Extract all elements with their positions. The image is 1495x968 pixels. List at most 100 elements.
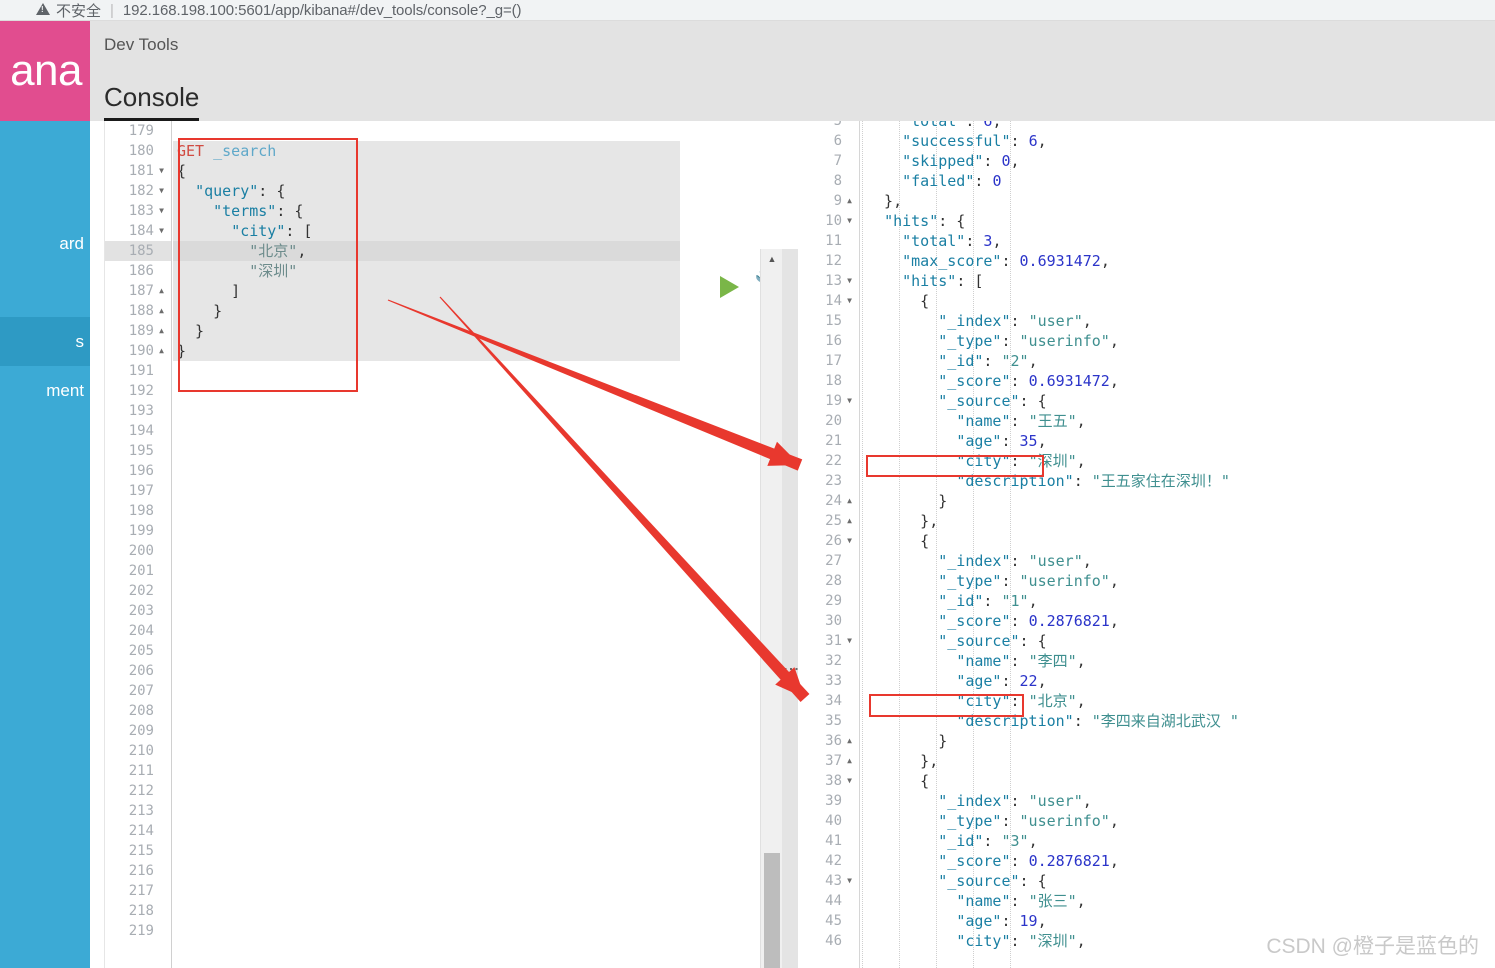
response-code-line[interactable]: "_score": 0.2876821, (862, 611, 1119, 631)
response-code-line[interactable]: "_type": "userinfo", (862, 571, 1119, 591)
response-code-line[interactable]: "_source": { (862, 391, 1046, 411)
response-code-area[interactable]: "total": 6, "successful": 6, "skipped": … (862, 121, 1495, 968)
code-line[interactable] (173, 881, 680, 901)
response-code-line[interactable]: "_source": { (862, 631, 1046, 651)
code-line[interactable] (173, 681, 680, 701)
response-code-line[interactable]: }, (862, 751, 938, 771)
code-line[interactable]: "city": [ (173, 221, 680, 241)
code-line[interactable]: "北京", (173, 241, 680, 261)
breadcrumb[interactable]: Dev Tools (104, 35, 1495, 55)
response-code-line[interactable]: "age": 19, (862, 911, 1046, 931)
code-line[interactable] (173, 481, 680, 501)
editor-scrollbar[interactable]: ▲ ▼ (760, 249, 782, 968)
fold-marker-icon[interactable]: ▲ (844, 751, 855, 771)
sidebar-item-2[interactable]: ard (0, 219, 90, 268)
fold-marker-icon[interactable]: ▼ (156, 181, 167, 201)
fold-marker-icon[interactable]: ▲ (844, 731, 855, 751)
response-code-line[interactable]: } (862, 731, 947, 751)
response-code-line[interactable]: "_type": "userinfo", (862, 331, 1119, 351)
code-line[interactable] (173, 901, 680, 921)
fold-marker-icon[interactable]: ▼ (844, 531, 855, 551)
response-code-line[interactable]: "description": "李四来自湖北武汉 " (862, 711, 1239, 731)
fold-marker-icon[interactable]: ▼ (156, 161, 167, 181)
sidebar-item-0[interactable] (0, 121, 90, 170)
code-line[interactable] (173, 821, 680, 841)
code-line[interactable] (173, 861, 680, 881)
code-line[interactable]: GET _search (173, 141, 680, 161)
fold-marker-icon[interactable]: ▼ (156, 201, 167, 221)
response-code-line[interactable]: "_index": "user", (862, 791, 1092, 811)
response-code-line[interactable]: "_index": "user", (862, 311, 1092, 331)
editor-code-area[interactable]: GET _search{ "query": { "terms": { "city… (173, 121, 680, 968)
tab-console[interactable]: Console (104, 82, 200, 121)
response-code-line[interactable]: "_id": "3", (862, 831, 1037, 851)
sidebar-item-4[interactable]: s (0, 317, 90, 366)
response-code-line[interactable]: "name": "王五", (862, 411, 1085, 431)
caret-up-icon[interactable]: ▲ (761, 251, 783, 267)
response-code-line[interactable]: "city": "深圳", (862, 451, 1085, 471)
response-code-line[interactable]: "max_score": 0.6931472, (862, 251, 1110, 271)
code-line[interactable] (173, 841, 680, 861)
code-line[interactable]: "深圳" (173, 261, 680, 281)
fold-marker-icon[interactable]: ▲ (156, 301, 167, 321)
response-code-line[interactable]: "name": "张三", (862, 891, 1085, 911)
response-code-line[interactable]: "name": "李四", (862, 651, 1085, 671)
response-code-line[interactable]: "_source": { (862, 871, 1046, 891)
sidebar-item-5[interactable]: ment (0, 366, 90, 415)
fold-marker-icon[interactable]: ▼ (844, 871, 855, 891)
code-line[interactable] (173, 401, 680, 421)
code-line[interactable]: "terms": { (173, 201, 680, 221)
code-line[interactable] (173, 461, 680, 481)
sidebar-item-1[interactable] (0, 170, 90, 219)
code-line[interactable] (173, 501, 680, 521)
response-code-line[interactable]: { (862, 291, 929, 311)
code-line[interactable] (173, 441, 680, 461)
fold-marker-icon[interactable]: ▼ (844, 291, 855, 311)
code-line[interactable] (173, 621, 680, 641)
code-line[interactable] (173, 801, 680, 821)
response-code-line[interactable]: "_id": "1", (862, 591, 1037, 611)
response-code-line[interactable]: "city": "北京", (862, 691, 1085, 711)
fold-marker-icon[interactable]: ▲ (844, 491, 855, 511)
code-line[interactable] (173, 561, 680, 581)
code-line[interactable] (173, 661, 680, 681)
code-line[interactable]: } (173, 301, 680, 321)
code-line[interactable] (173, 541, 680, 561)
response-code-line[interactable]: "_type": "userinfo", (862, 811, 1119, 831)
response-code-line[interactable]: "failed": 0 (862, 171, 1001, 191)
fold-marker-icon[interactable]: ▲ (844, 511, 855, 531)
scroll-thumb[interactable] (764, 853, 780, 968)
response-code-line[interactable]: "_id": "2", (862, 351, 1037, 371)
code-line[interactable] (173, 701, 680, 721)
code-line[interactable] (173, 781, 680, 801)
response-code-line[interactable]: }, (862, 511, 938, 531)
response-code-line[interactable]: "age": 22, (862, 671, 1046, 691)
code-line[interactable] (173, 741, 680, 761)
browser-url-bar[interactable]: 不安全 | 192.168.198.100:5601/app/kibana#/d… (0, 0, 1495, 21)
kibana-logo[interactable]: ana (0, 21, 90, 121)
fold-marker-icon[interactable]: ▲ (844, 191, 855, 211)
code-line[interactable] (173, 721, 680, 741)
response-code-line[interactable]: { (862, 531, 929, 551)
response-code-line[interactable]: } (862, 491, 947, 511)
code-line[interactable] (173, 121, 680, 141)
code-line[interactable] (173, 941, 680, 961)
response-output-pane[interactable]: 5 6 7 8 9 ▲ 10 ▼ 11 12 13 ▼ 14 ▼ 15 16 17 18 19 ▼ 20 21 22 23 24… (798, 121, 1495, 968)
code-line[interactable] (173, 381, 680, 401)
response-code-line[interactable]: "_index": "user", (862, 551, 1092, 571)
fold-marker-icon[interactable]: ▼ (844, 771, 855, 791)
fold-marker-icon[interactable]: ▲ (156, 341, 167, 361)
sidebar-item-3[interactable] (0, 268, 90, 317)
fold-marker-icon[interactable]: ▼ (844, 391, 855, 411)
code-line[interactable]: "query": { (173, 181, 680, 201)
code-line[interactable] (173, 641, 680, 661)
fold-marker-icon[interactable]: ▼ (844, 211, 855, 231)
response-code-line[interactable]: "total": 6, (862, 121, 1001, 131)
response-code-line[interactable]: "_score": 0.6931472, (862, 371, 1119, 391)
response-code-line[interactable]: "age": 35, (862, 431, 1046, 451)
code-line[interactable] (173, 361, 680, 381)
vertical-dots-icon[interactable]: ⋮ (782, 249, 799, 968)
code-line[interactable]: } (173, 341, 680, 361)
fold-marker-icon[interactable]: ▼ (156, 221, 167, 241)
response-code-line[interactable]: "successful": 6, (862, 131, 1047, 151)
